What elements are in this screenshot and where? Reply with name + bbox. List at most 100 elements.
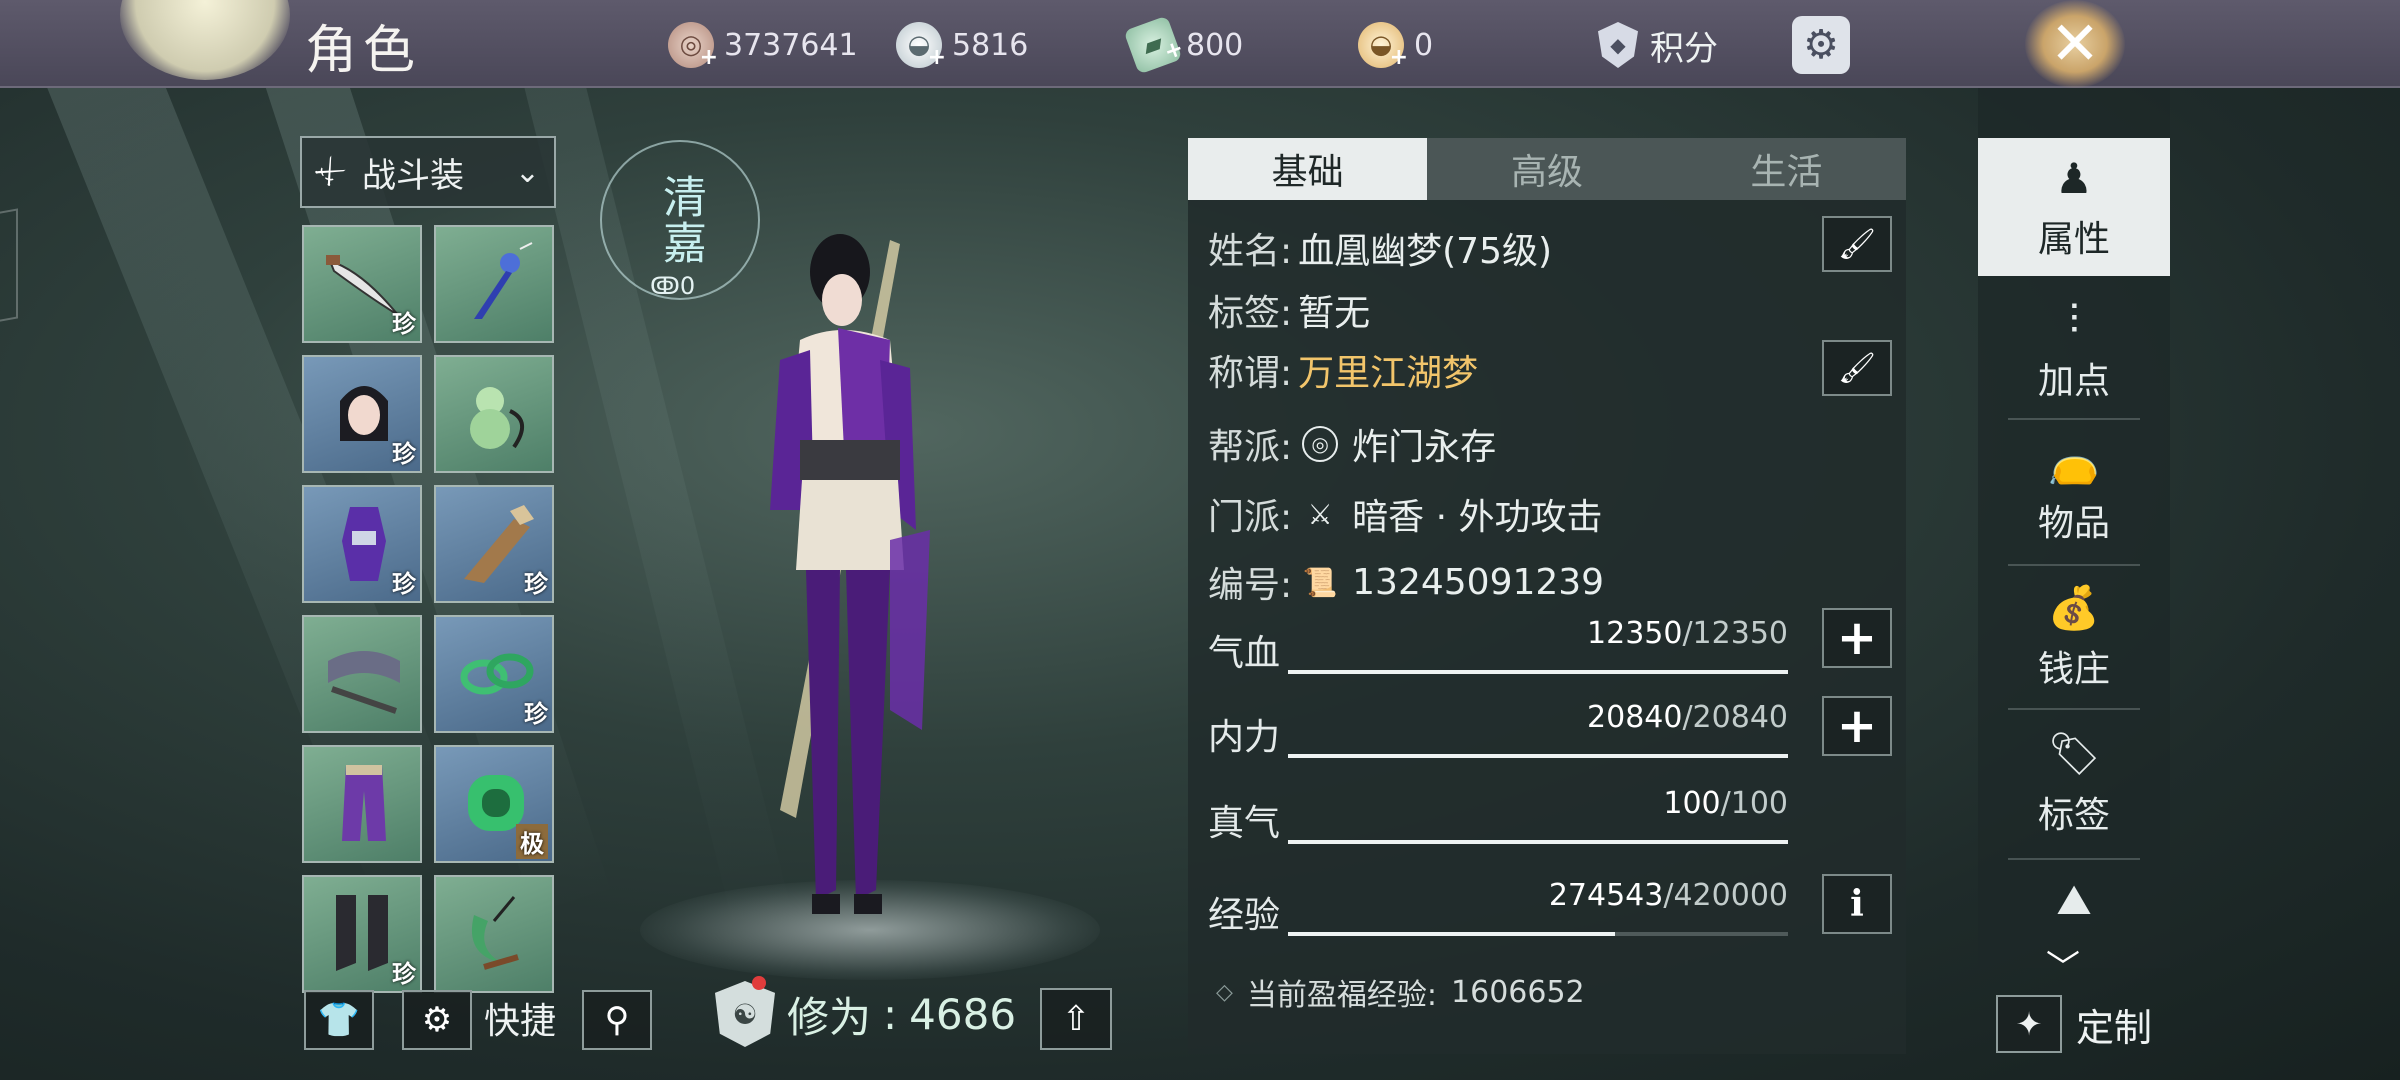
brush-icon: 🖌 xyxy=(1837,226,1877,262)
menu-label: 加点 xyxy=(2037,361,2110,402)
bonus-exp-label: 当前盈福经验: xyxy=(1246,978,1438,1013)
tag-icon: 🏷 xyxy=(2047,729,2101,778)
guild-value[interactable]: 炸门永存 xyxy=(1352,418,1496,470)
side-menu: ♟ 属性 ⫶ 加点 👝 物品 💰 钱庄 🏷 标签 ⛰ xyxy=(1978,88,2170,968)
title-row: 称谓: 万里江湖梦 xyxy=(1208,344,1478,396)
scroll-down-chevron-icon[interactable]: ﹀ xyxy=(2046,940,2080,989)
gold-currency[interactable]: ◒ + 0 xyxy=(1358,20,1433,70)
gold-amount: 0 xyxy=(1414,27,1434,63)
equipment-slot-charm[interactable] xyxy=(434,355,554,473)
equipment-grid: 珍 珍 珍 珍 珍 极 珍 xyxy=(302,225,554,993)
menu-items[interactable]: 👝 物品 xyxy=(1978,422,2170,560)
equipment-slot-necklace[interactable] xyxy=(434,875,554,993)
equipment-slot-boots[interactable]: 珍 xyxy=(302,875,422,993)
tab-basic[interactable]: 基础 xyxy=(1188,138,1428,200)
rarity-badge: 珍 xyxy=(524,700,548,728)
settings-gear-icon[interactable]: ⚙ xyxy=(1792,16,1850,74)
stat-value: 274543/420000 xyxy=(1548,878,1788,913)
name-value: 血凰幽梦(75级) xyxy=(1298,231,1553,272)
hat-person-icon: ♟ xyxy=(2055,153,2093,203)
cultivation-display[interactable]: ☯ 修为: 4686 xyxy=(715,980,1016,1048)
change-title-button[interactable]: 🖌 xyxy=(1822,340,1892,396)
stat-bar xyxy=(1288,670,1788,674)
shortcut-settings-button[interactable]: ⚙ xyxy=(402,990,472,1050)
copper-currency[interactable]: ◎ + 3737641 xyxy=(668,20,858,70)
customize-button[interactable]: ✦ 定制 xyxy=(1996,992,2152,1056)
diamond-icon: ◇ xyxy=(1216,979,1233,1005)
stat-experience: 经验 274543/420000 xyxy=(1208,878,1788,938)
sliders-icon: ⫶ xyxy=(2068,295,2080,344)
menu-label: 属性 xyxy=(2037,219,2110,260)
equipment-slot-chest[interactable]: 珍 xyxy=(302,485,422,603)
close-icon: ✕ xyxy=(2049,9,2101,79)
menu-more-partial[interactable]: ⛰ xyxy=(1978,870,2170,930)
moon-decoration xyxy=(120,0,290,80)
magic-wand-icon: ✦ xyxy=(1996,995,2062,1053)
plus-icon: + xyxy=(1836,698,1878,754)
divider xyxy=(2008,708,2140,710)
belt-icon xyxy=(328,651,400,714)
tag-value: 暂无 xyxy=(1298,293,1371,334)
notification-dot xyxy=(752,976,766,990)
rarity-badge: 极 xyxy=(516,824,548,859)
name-label: 姓名: xyxy=(1208,231,1293,272)
menu-add-points[interactable]: ⫶ 加点 xyxy=(1978,280,2170,418)
tab-life[interactable]: 生活 xyxy=(1666,138,1906,200)
stat-label: 真气 xyxy=(1208,803,1281,844)
equipment-slot-legs[interactable] xyxy=(302,745,422,863)
silver-currency[interactable]: ◒ + 5816 xyxy=(896,20,1028,70)
chevron-down-icon: ⌄ xyxy=(514,154,540,190)
close-button[interactable]: ✕ xyxy=(1990,0,2180,88)
add-internal-force-button[interactable]: + xyxy=(1822,696,1892,756)
stat-bar-fill xyxy=(1288,754,1788,758)
equipment-slot-head[interactable]: 珍 xyxy=(302,355,422,473)
outfit-dropdown[interactable]: ⚔ 战斗装 ⌄ xyxy=(300,136,556,208)
stat-label: 经验 xyxy=(1208,895,1281,936)
add-hp-button[interactable]: + xyxy=(1822,608,1892,668)
guild-swirl-icon: ◎ xyxy=(1302,426,1339,462)
equipment-slot-bracelet[interactable]: 极 xyxy=(434,745,554,863)
info-icon: i xyxy=(1850,883,1864,925)
divider xyxy=(2008,564,2140,566)
rename-button[interactable]: 🖌 xyxy=(1822,216,1892,272)
upgrade-button[interactable]: ⇧ xyxy=(1040,988,1112,1050)
menu-attributes[interactable]: ♟ 属性 xyxy=(1978,138,2170,276)
tassel-pendant-icon xyxy=(474,242,533,319)
rarity-badge: 珍 xyxy=(392,440,416,468)
stat-internal-force: 内力 20840/20840 xyxy=(1208,700,1788,760)
points-button[interactable]: ◆ 积分 xyxy=(1598,20,1718,70)
equipment-slot-weapon[interactable]: 珍 xyxy=(302,225,422,343)
character-model[interactable] xyxy=(740,210,990,950)
bonus-exp-note: ◇ 当前盈福经验: 1606652 xyxy=(1216,970,1585,1014)
cultivation-badge-icon: ☯ xyxy=(715,981,775,1047)
points-label: 积分 xyxy=(1650,28,1718,69)
shortcut-label[interactable]: 快捷 xyxy=(484,992,556,1044)
guild-label: 帮派: xyxy=(1208,427,1293,468)
equipment-slot-gloves[interactable]: 珍 xyxy=(434,485,554,603)
id-value[interactable]: 13245091239 xyxy=(1352,562,1604,603)
menu-tags[interactable]: 🏷 标签 xyxy=(1978,714,2170,852)
bag-icon: 👝 xyxy=(2047,437,2101,486)
wardrobe-button[interactable]: 👕 xyxy=(304,990,374,1050)
id-label: 编号: xyxy=(1208,565,1293,606)
experience-info-button[interactable]: i xyxy=(1822,874,1892,934)
top-bar: 角色 ◎ + 3737641 ◒ + 5816 ▰ + 800 ◒ + 0 ◆ 积分 ⚙… xyxy=(0,0,2400,88)
menu-bank[interactable]: 💰 钱庄 xyxy=(1978,568,2170,706)
menu-label: 标签 xyxy=(2037,795,2110,836)
money-bags-icon: 💰 xyxy=(2047,583,2101,632)
arrow-up-icon: ⇧ xyxy=(1061,999,1091,1039)
stat-value: 100/100 xyxy=(1663,786,1788,821)
equipment-slot-belt[interactable] xyxy=(302,615,422,733)
silver-amount: 5816 xyxy=(952,27,1029,63)
stat-bar-fill xyxy=(1288,840,1788,844)
stat-bar-fill xyxy=(1288,932,1615,936)
title-label: 称谓: xyxy=(1208,353,1293,394)
jade-currency[interactable]: ▰ + 800 xyxy=(1123,15,1243,75)
left-edge-tab xyxy=(0,208,18,322)
equipment-slot-rings[interactable]: 珍 xyxy=(434,615,554,733)
stat-true-qi: 真气 100/100 xyxy=(1208,786,1788,846)
tab-advanced[interactable]: 高级 xyxy=(1427,138,1667,200)
inspect-button[interactable]: ⚲ xyxy=(582,990,652,1050)
equipment-slot-pendant[interactable] xyxy=(434,225,554,343)
sect-row: 门派: ⚔ 暗香 · 外功攻击 xyxy=(1208,488,1602,540)
